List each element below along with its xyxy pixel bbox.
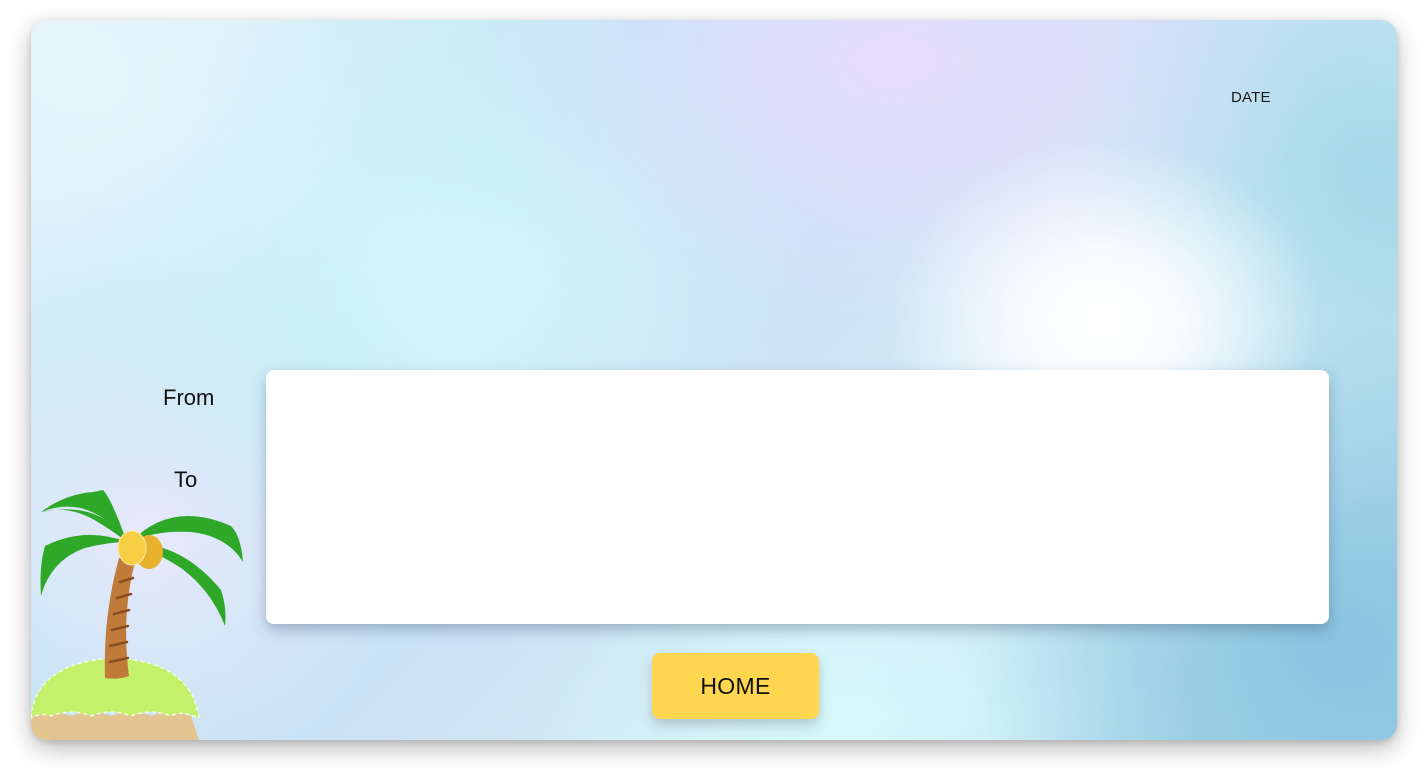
date-label: DATE [1231, 89, 1271, 106]
from-label: From [163, 385, 215, 410]
home-button[interactable]: HOME [652, 653, 819, 719]
message-box[interactable] [266, 370, 1329, 624]
palm-tree-island-icon [31, 490, 243, 740]
card-window: DATE From To HOME [31, 20, 1397, 740]
